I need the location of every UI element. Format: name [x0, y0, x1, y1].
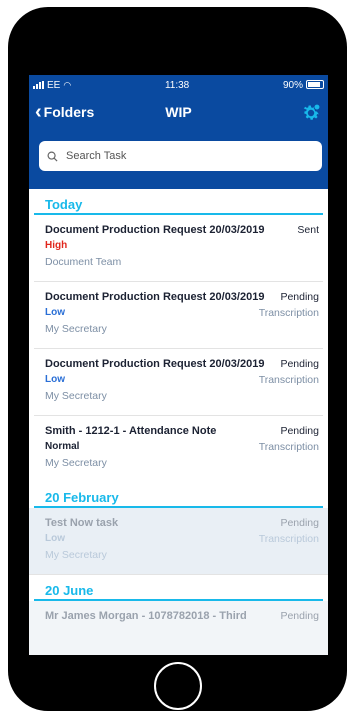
- task-priority: Low: [45, 307, 65, 318]
- task-title: Mr James Morgan - 1078782018 - Third: [45, 610, 247, 622]
- carrier-label: EE: [47, 79, 61, 91]
- task-title: Smith - 1212-1 - Attendance Note: [45, 425, 217, 437]
- task-team: My Secretary: [45, 390, 107, 402]
- task-priority: High: [45, 240, 68, 251]
- wifi-icon: ◠: [63, 79, 72, 90]
- section-header-20-february: 20 February: [34, 482, 323, 508]
- section-header-today: Today: [34, 189, 323, 215]
- home-button[interactable]: [154, 662, 202, 710]
- task-status: Pending: [280, 425, 319, 437]
- section-label: Today: [45, 197, 83, 212]
- task-priority: Normal: [45, 441, 80, 452]
- task-team: My Secretary: [45, 549, 107, 561]
- section-label: 20 February: [45, 490, 119, 505]
- section-label: 20 June: [45, 583, 94, 598]
- signal-icon: [33, 81, 44, 89]
- task-status: Pending: [280, 358, 319, 370]
- task-status: Pending: [280, 291, 319, 303]
- task-row[interactable]: Document Production Request 20/03/2019 S…: [34, 215, 323, 282]
- task-list: Today Document Production Request 20/03/…: [29, 189, 328, 655]
- task-row[interactable]: Smith - 1212-1 - Attendance Note Pending…: [34, 416, 323, 482]
- task-title: Test Now task: [45, 517, 119, 529]
- search-field[interactable]: [39, 141, 322, 171]
- task-row[interactable]: Mr James Morgan - 1078782018 - Third Pen…: [29, 601, 328, 655]
- battery-icon: [305, 80, 324, 90]
- task-workflow: Transcription: [258, 307, 319, 319]
- status-bar: EE ◠ 11:38 90%: [29, 75, 328, 95]
- task-title: Document Production Request 20/03/2019: [45, 358, 265, 370]
- task-priority: Low: [45, 374, 65, 385]
- status-left: EE ◠: [33, 80, 71, 91]
- task-row[interactable]: Document Production Request 20/03/2019 P…: [34, 349, 323, 416]
- task-priority: Low: [45, 533, 65, 544]
- task-workflow: Transcription: [258, 441, 319, 453]
- task-status: Sent: [297, 224, 319, 236]
- task-workflow: Transcription: [258, 533, 319, 545]
- task-title: Document Production Request 20/03/2019: [45, 291, 265, 303]
- clock: 11:38: [164, 79, 190, 91]
- search-input[interactable]: [64, 149, 298, 163]
- search-icon: [47, 151, 58, 162]
- task-workflow: Transcription: [258, 374, 319, 386]
- task-team: My Secretary: [45, 323, 107, 335]
- settings-gear-icon[interactable]: [300, 102, 322, 124]
- task-title: Document Production Request 20/03/2019: [45, 224, 265, 236]
- task-status: Pending: [280, 610, 319, 622]
- nav-bar: ‹ Folders WIP: [29, 95, 328, 133]
- section-header-20-june: 20 June: [34, 575, 323, 601]
- task-row[interactable]: Test Now task Pending Low Transcription …: [29, 508, 328, 575]
- task-status: Pending: [280, 517, 319, 529]
- page-title: WIP: [165, 104, 192, 120]
- battery-percent: 90%: [282, 79, 303, 91]
- task-team: My Secretary: [45, 457, 107, 469]
- task-row[interactable]: Document Production Request 20/03/2019 P…: [34, 282, 323, 349]
- task-team: Document Team: [45, 256, 122, 268]
- app-screen: EE ◠ 11:38 90% ‹ Folders WIP Today Docum…: [29, 75, 328, 655]
- battery-status: 90%: [283, 80, 324, 91]
- search-bar-area: [29, 133, 328, 189]
